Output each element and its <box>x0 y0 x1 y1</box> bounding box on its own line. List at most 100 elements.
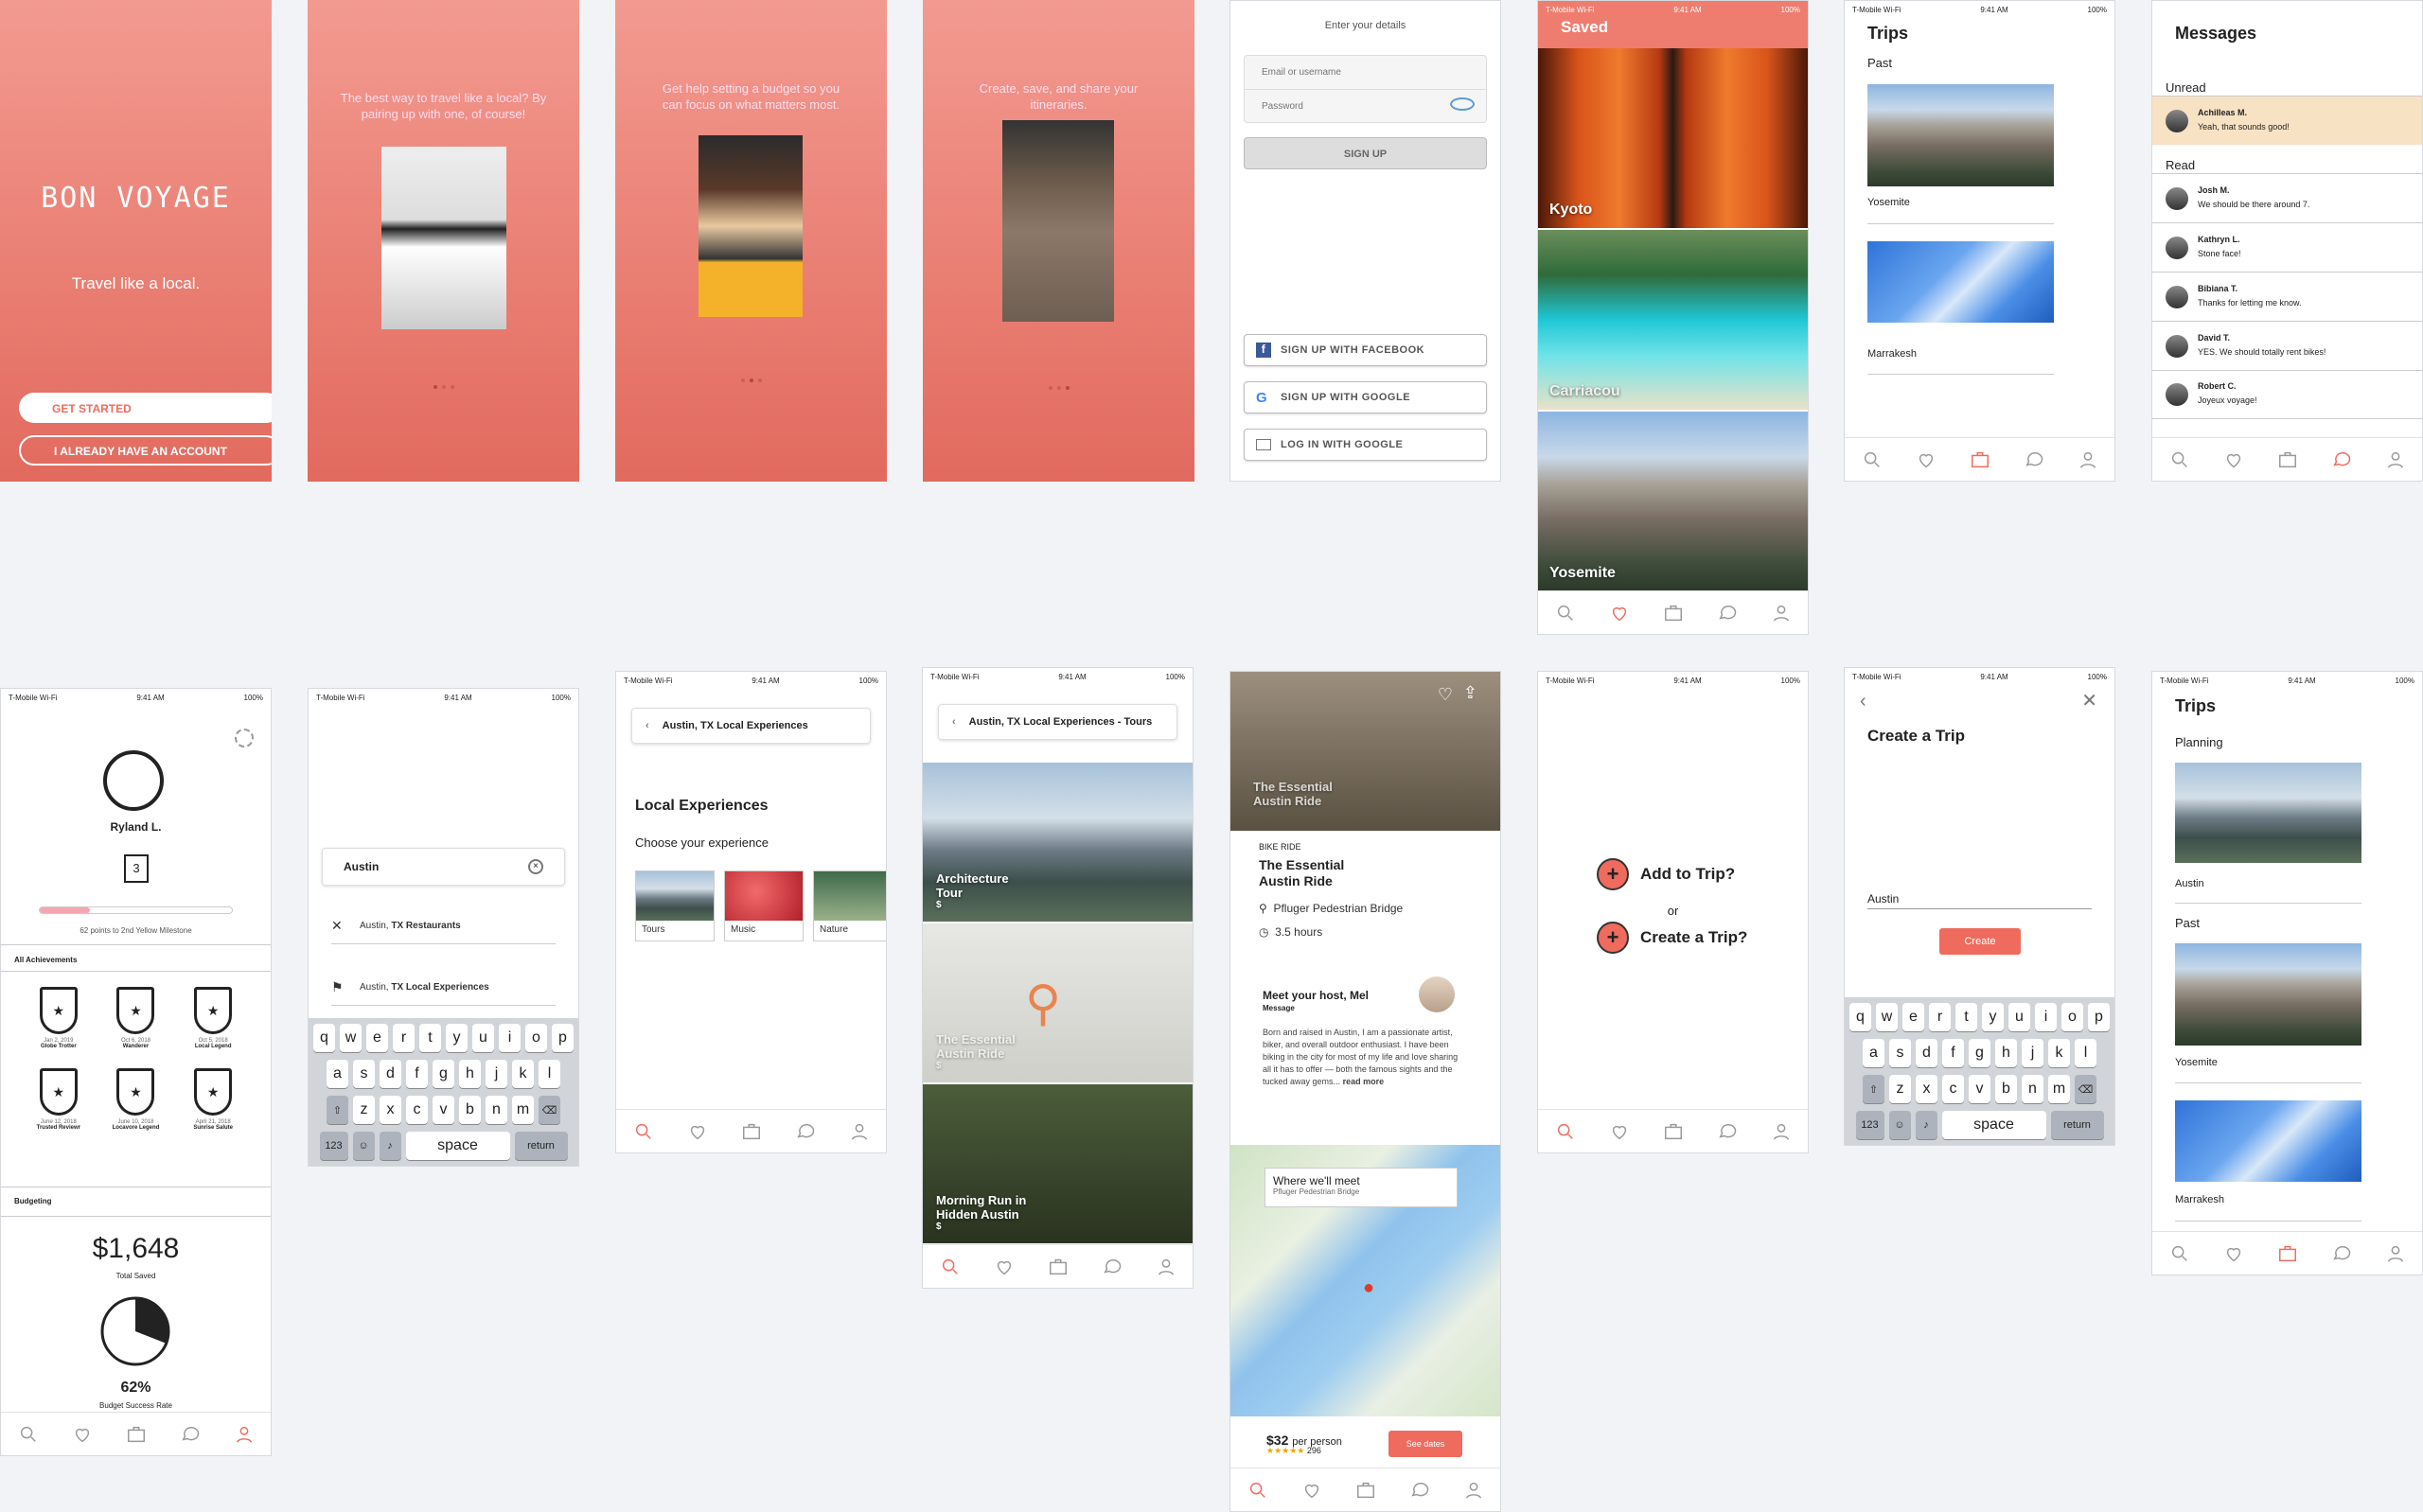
suitcase-tab-icon[interactable] <box>741 1121 762 1142</box>
key[interactable]: p <box>2088 1003 2110 1031</box>
shift-key[interactable]: ⇧ <box>1863 1075 1884 1103</box>
chat-tab-icon[interactable] <box>1717 1121 1738 1142</box>
trip-image-marrakesh[interactable] <box>1867 241 2054 323</box>
key[interactable]: return <box>2050 1111 2104 1139</box>
signup-facebook-button[interactable]: f SIGN UP WITH FACEBOOK <box>1244 334 1487 366</box>
signup-google-button[interactable]: G SIGN UP WITH GOOGLE <box>1244 381 1487 413</box>
profile-tab-icon[interactable] <box>2385 1243 2406 1264</box>
chat-tab-icon[interactable] <box>180 1424 201 1445</box>
saved-card-carriacou[interactable]: Carriacou <box>1538 230 1808 410</box>
heart-tab-icon[interactable] <box>72 1424 93 1445</box>
key[interactable]: d <box>380 1060 401 1088</box>
create-button[interactable]: Create <box>1939 928 2021 955</box>
key[interactable]: l <box>539 1060 560 1088</box>
key[interactable]: j <box>486 1060 507 1088</box>
key[interactable]: v <box>1969 1075 1990 1103</box>
category-card-tours[interactable]: Tours <box>635 870 715 941</box>
key[interactable]: h <box>1995 1039 2017 1067</box>
key[interactable]: s <box>353 1060 375 1088</box>
close-icon[interactable]: ✕ <box>2081 689 2097 712</box>
delete-key[interactable]: ⌫ <box>2075 1075 2096 1103</box>
clear-icon[interactable]: × <box>528 859 543 874</box>
search-input[interactable]: Austin × <box>322 848 565 886</box>
chat-tab-icon[interactable] <box>2024 449 2044 470</box>
trip-image-yosemite[interactable] <box>1867 84 2054 186</box>
profile-tab-icon[interactable] <box>1771 1121 1792 1142</box>
gear-icon[interactable] <box>235 729 254 747</box>
tour-card[interactable]: ⚲ The Essential Austin Ride $ <box>923 923 1193 1082</box>
profile-tab-icon[interactable] <box>849 1121 870 1142</box>
back-icon[interactable]: ‹ <box>1860 691 1866 712</box>
category-card-nature[interactable]: Nature <box>813 870 886 941</box>
chat-tab-icon[interactable] <box>2331 449 2352 470</box>
key[interactable]: space <box>1941 1111 2046 1139</box>
key[interactable]: u <box>472 1024 494 1052</box>
key[interactable]: i <box>2035 1003 2057 1031</box>
key[interactable]: w <box>340 1024 362 1052</box>
heart-tab-icon[interactable] <box>1301 1480 1322 1501</box>
mic-key[interactable]: ♪ <box>379 1132 401 1160</box>
heart-tab-icon[interactable] <box>1609 603 1630 624</box>
saved-card-yosemite[interactable]: Yosemite <box>1538 412 1808 591</box>
search-tab-icon[interactable] <box>18 1424 39 1445</box>
key[interactable]: z <box>353 1096 375 1124</box>
key[interactable]: q <box>313 1024 335 1052</box>
key[interactable]: r <box>1929 1003 1951 1031</box>
key[interactable]: v <box>433 1096 454 1124</box>
key[interactable]: s <box>1889 1039 1911 1067</box>
suitcase-tab-icon[interactable] <box>1663 1121 1684 1142</box>
suitcase-tab-icon[interactable] <box>2277 449 2298 470</box>
key[interactable]: m <box>512 1096 534 1124</box>
heart-tab-icon[interactable] <box>687 1121 708 1142</box>
key[interactable]: e <box>1902 1003 1924 1031</box>
key[interactable]: f <box>406 1060 428 1088</box>
chat-tab-icon[interactable] <box>1717 603 1738 624</box>
key[interactable]: c <box>406 1096 428 1124</box>
trip-image-austin[interactable] <box>2175 763 2361 863</box>
key[interactable]: y <box>1982 1003 2004 1031</box>
key[interactable]: a <box>1863 1039 1884 1067</box>
search-tab-icon[interactable] <box>2169 1243 2190 1264</box>
suitcase-tab-icon[interactable] <box>1355 1480 1376 1501</box>
key[interactable]: d <box>1916 1039 1937 1067</box>
key[interactable]: g <box>1969 1039 1990 1067</box>
key[interactable]: j <box>2022 1039 2043 1067</box>
emoji-key[interactable]: ☺ <box>352 1132 375 1160</box>
have-account-button[interactable]: I ALREADY HAVE AN ACCOUNT <box>19 435 272 466</box>
eye-icon[interactable] <box>1450 97 1475 111</box>
key[interactable]: m <box>2048 1075 2070 1103</box>
tour-card[interactable]: Architecture Tour $ <box>923 763 1193 922</box>
key[interactable]: n <box>486 1096 507 1124</box>
suitcase-tab-icon[interactable] <box>1048 1257 1069 1277</box>
search-tab-icon[interactable] <box>1555 603 1576 624</box>
search-tab-icon[interactable] <box>2169 449 2190 470</box>
key[interactable]: e <box>366 1024 388 1052</box>
key[interactable]: k <box>2048 1039 2070 1067</box>
see-dates-button[interactable]: See dates <box>1388 1431 1462 1457</box>
key[interactable]: t <box>419 1024 441 1052</box>
breadcrumb[interactable]: ‹ Austin, TX Local Experiences <box>631 708 871 744</box>
message-row[interactable]: David T. YES. We should totally rent bike… <box>2152 321 2422 370</box>
search-result[interactable]: ✕ Austin, TX Restaurants <box>331 908 556 944</box>
key[interactable]: h <box>459 1060 481 1088</box>
chat-tab-icon[interactable] <box>1102 1257 1123 1277</box>
mic-key[interactable]: ♪ <box>1915 1111 1937 1139</box>
achievement-badge[interactable]: ★ Oct 6, 2018 Wanderer <box>97 987 175 1049</box>
achievement-badge[interactable]: ★ Oct 5, 2018 Local Legend <box>174 987 252 1049</box>
emoji-key[interactable]: ☺ <box>1888 1111 1911 1139</box>
key[interactable]: 123 <box>319 1132 348 1160</box>
key[interactable]: y <box>446 1024 468 1052</box>
profile-tab-icon[interactable] <box>2385 449 2406 470</box>
key[interactable]: g <box>433 1060 454 1088</box>
signup-button[interactable]: SIGN UP <box>1244 137 1487 169</box>
suitcase-tab-icon[interactable] <box>1970 449 1990 470</box>
breadcrumb[interactable]: ‹ Austin, TX Local Experiences - Tours <box>938 704 1177 740</box>
suitcase-tab-icon[interactable] <box>2277 1243 2298 1264</box>
add-to-trip-option[interactable]: + Add to Trip? <box>1597 858 1735 890</box>
key[interactable]: z <box>1889 1075 1911 1103</box>
key[interactable]: x <box>1916 1075 1937 1103</box>
create-trip-option[interactable]: + Create a Trip? <box>1597 922 1747 954</box>
trip-image-marrakesh[interactable] <box>2175 1100 2361 1182</box>
key[interactable]: c <box>1942 1075 1964 1103</box>
achievement-badge[interactable]: ★ June 10, 2018 Locavore Legend <box>97 1068 175 1131</box>
